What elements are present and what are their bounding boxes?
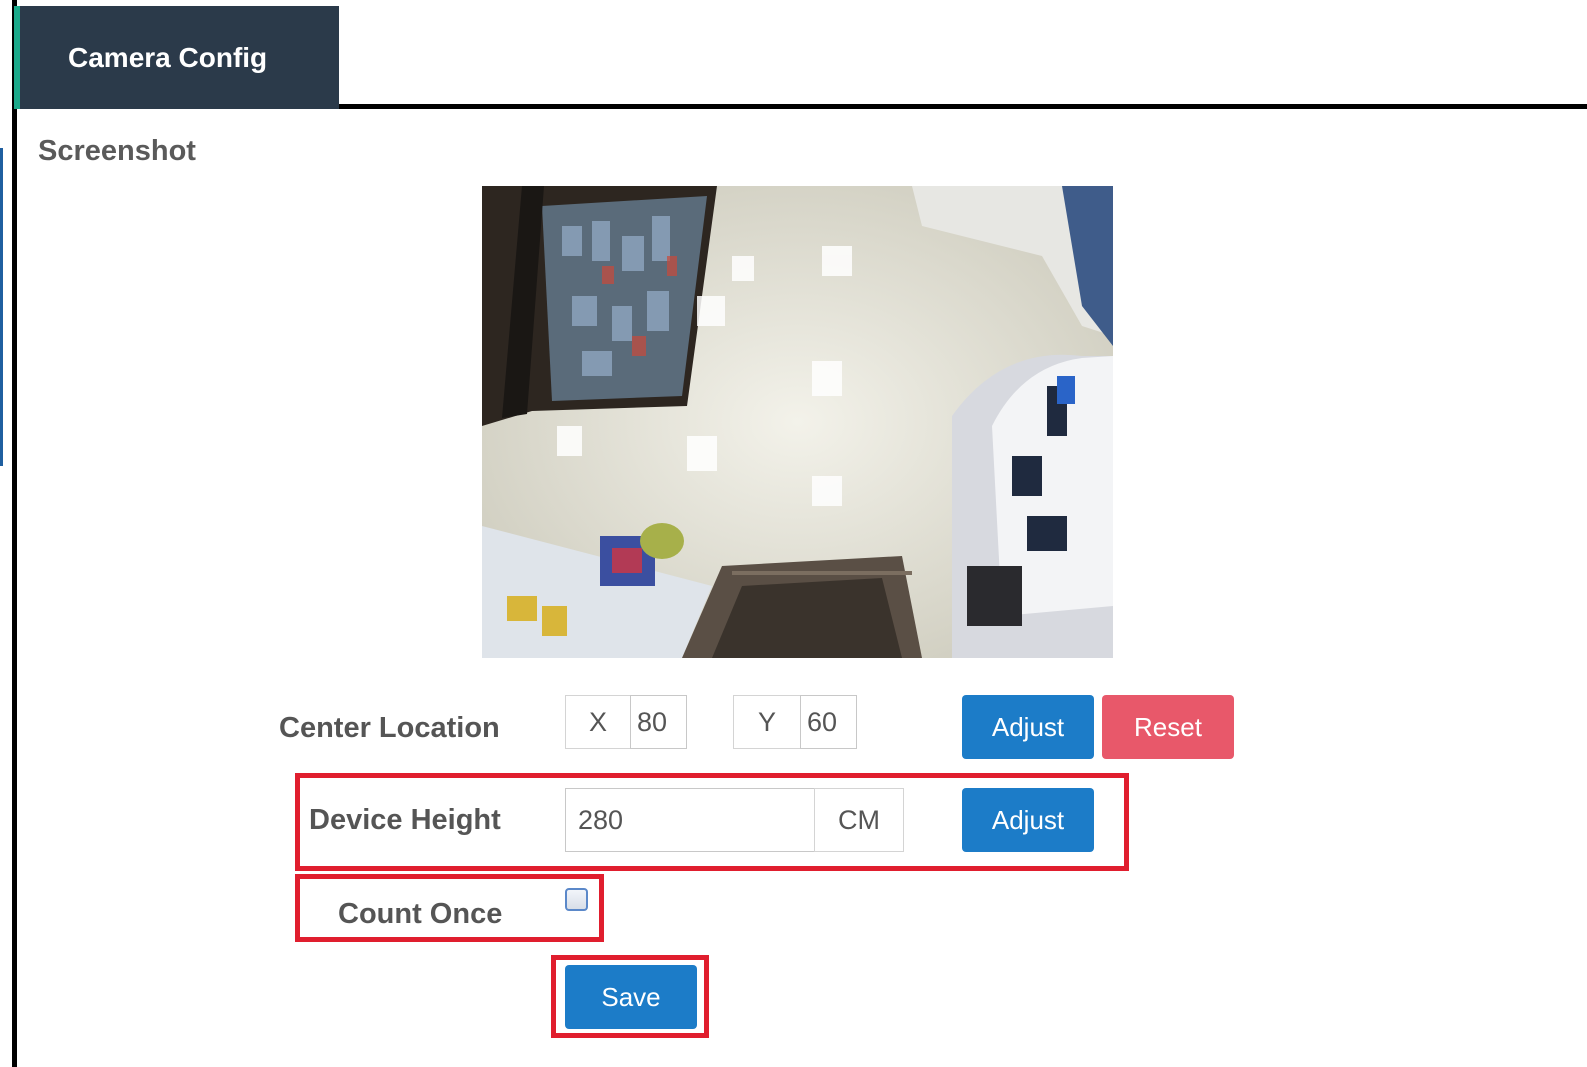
center-reset-button[interactable]: Reset xyxy=(1102,695,1234,759)
center-location-label: Center Location xyxy=(279,712,500,744)
y-coordinate-addon: Y xyxy=(733,695,801,749)
center-y-input[interactable] xyxy=(800,695,857,749)
device-height-input[interactable] xyxy=(565,788,815,852)
content-frame-border xyxy=(12,0,17,1067)
center-adjust-button[interactable]: Adjust xyxy=(962,695,1094,759)
section-title-screenshot: Screenshot xyxy=(38,135,196,167)
device-height-unit-addon: CM xyxy=(814,788,904,852)
device-height-adjust-button[interactable]: Adjust xyxy=(962,788,1094,852)
center-x-input[interactable] xyxy=(630,695,687,749)
tab-bar-underline xyxy=(339,104,1587,109)
x-coordinate-addon: X xyxy=(565,695,631,749)
count-once-label: Count Once xyxy=(338,898,503,930)
tab-label: Camera Config xyxy=(68,41,268,73)
tab-camera-config[interactable]: Camera Config xyxy=(14,6,339,109)
sidebar-edge xyxy=(0,148,3,466)
count-once-checkbox[interactable] xyxy=(565,888,588,911)
save-button[interactable]: Save xyxy=(565,965,697,1029)
camera-screenshot-image xyxy=(482,186,1113,658)
device-height-label: Device Height xyxy=(309,804,501,836)
